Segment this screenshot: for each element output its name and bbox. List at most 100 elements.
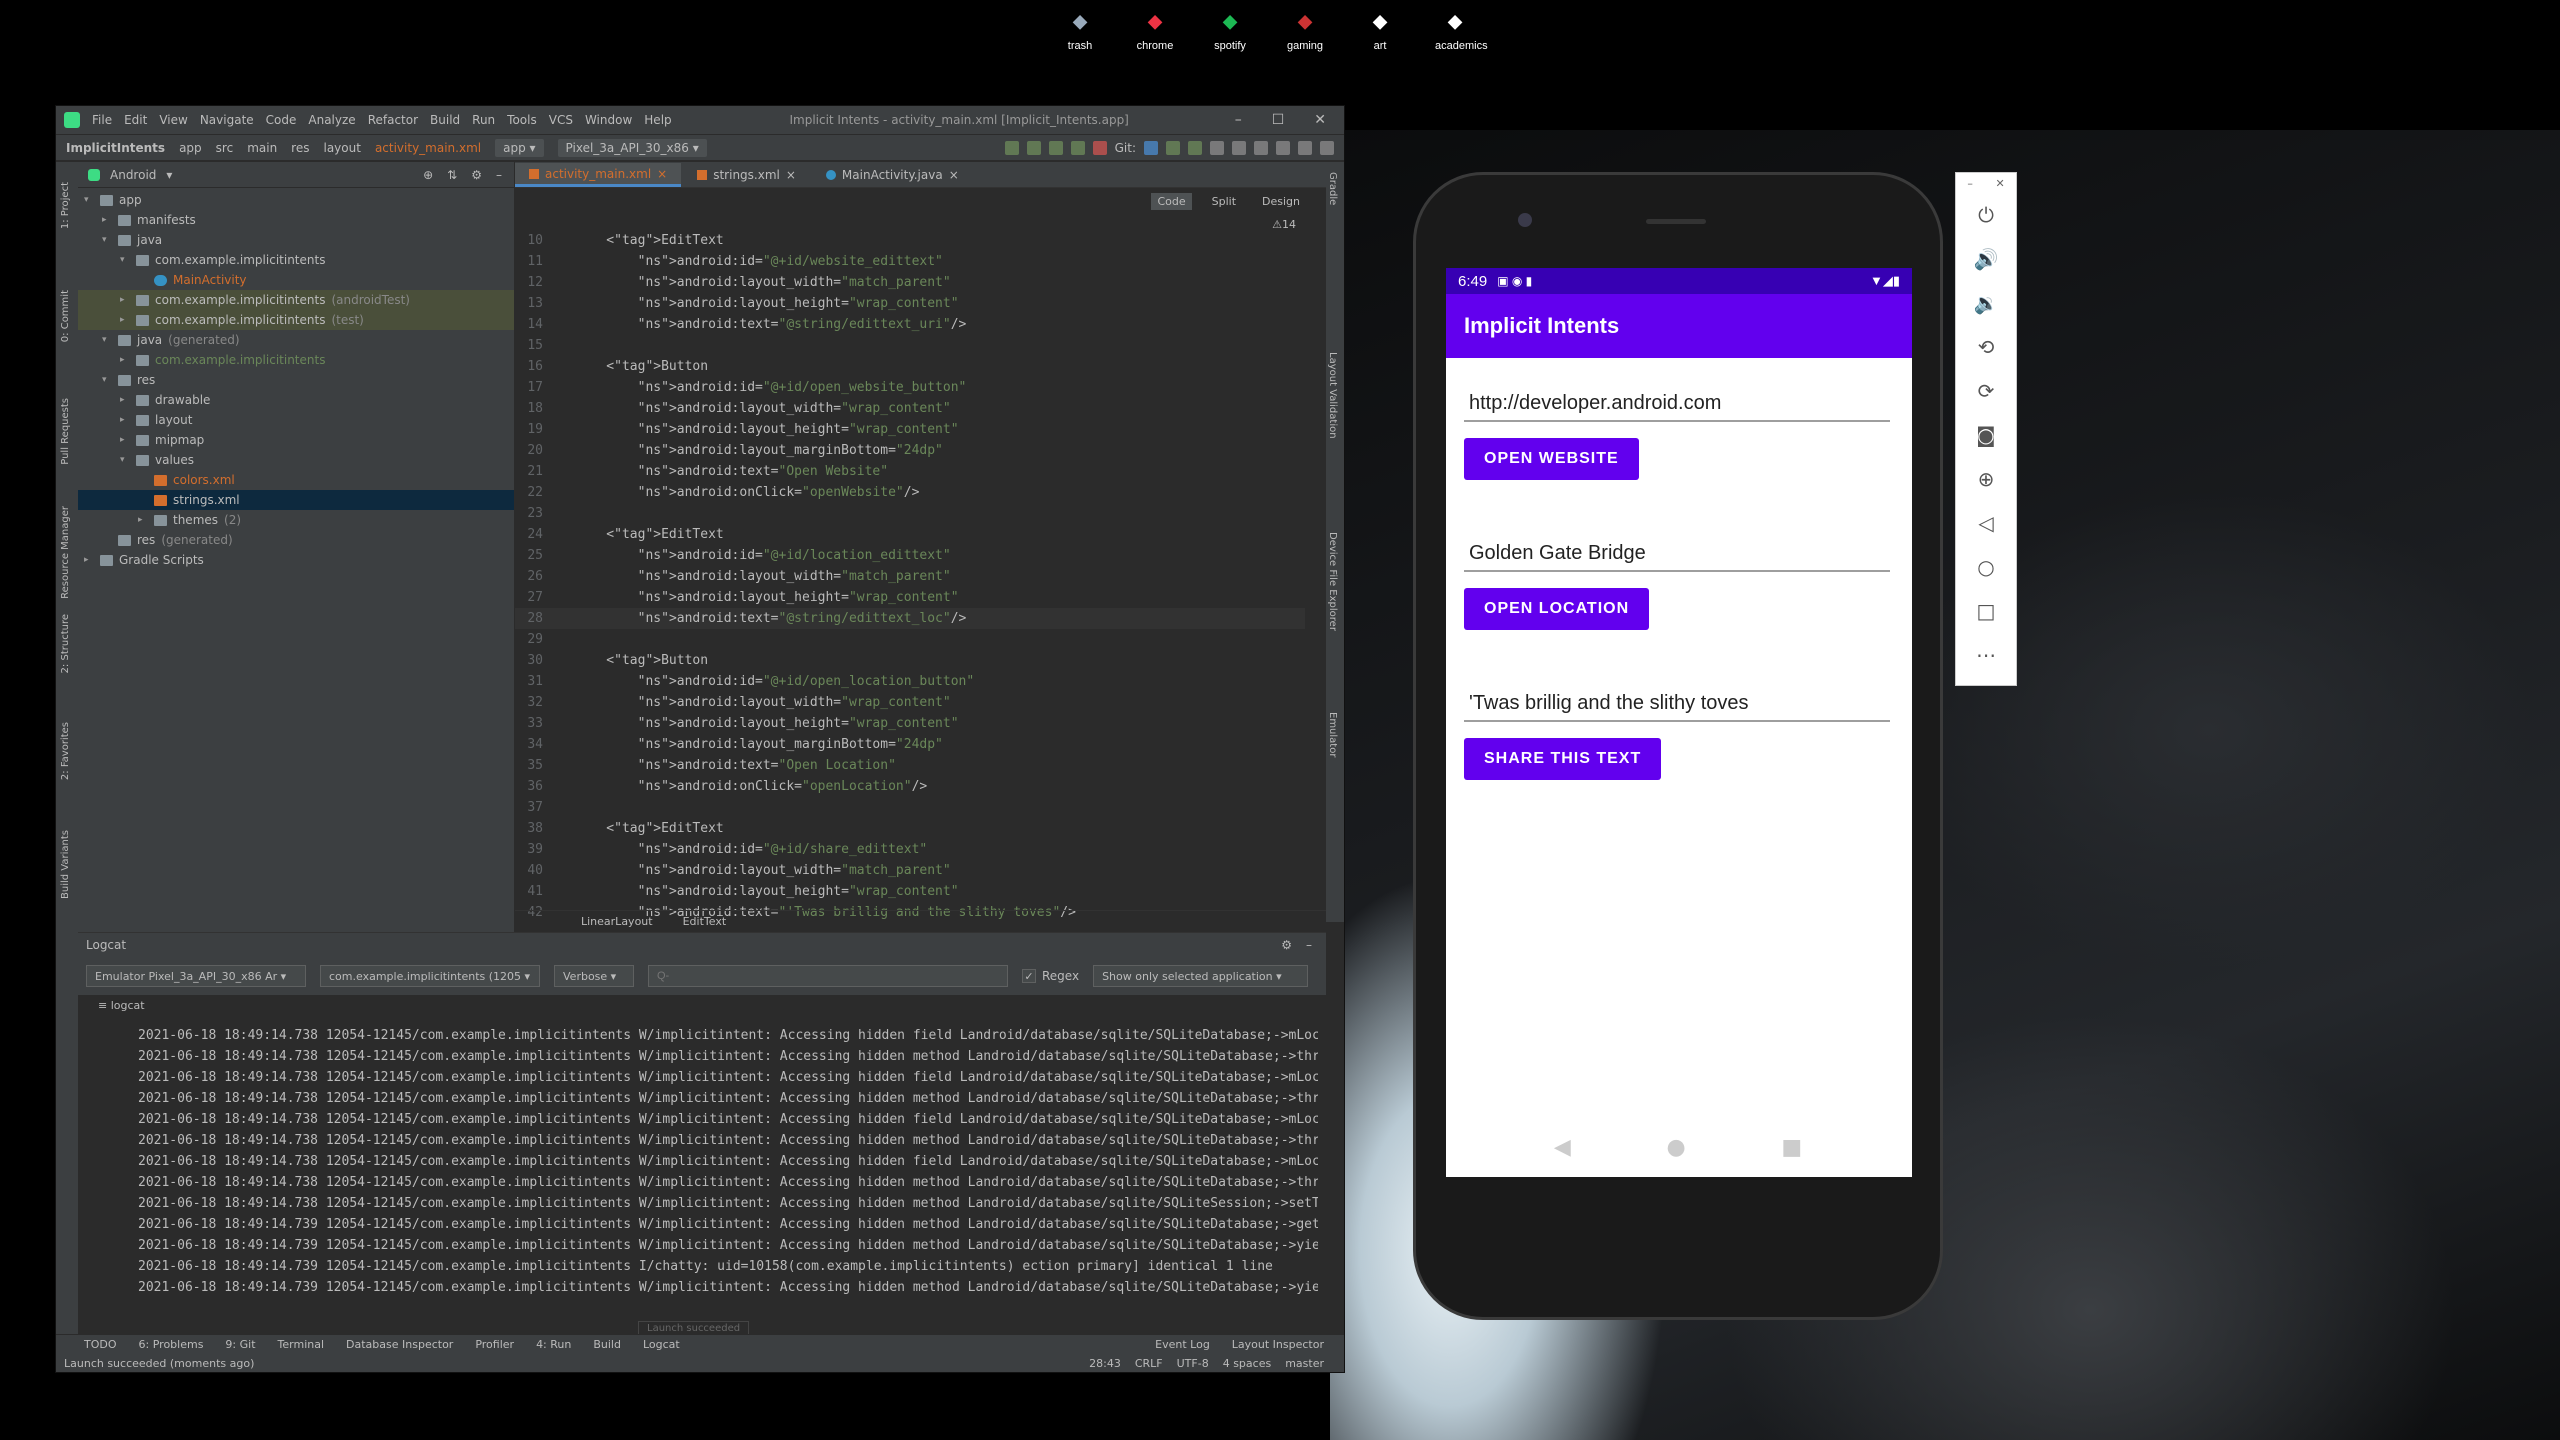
- rotate-right-icon[interactable]: ⟳: [1956, 369, 2016, 413]
- device-dropdown[interactable]: Pixel_3a_API_30_x86 ▾: [557, 138, 707, 157]
- minimize-icon[interactable]: –: [1235, 112, 1242, 128]
- menu-help[interactable]: Help: [644, 113, 671, 127]
- menu-run[interactable]: Run: [472, 113, 495, 127]
- expand-arrow-icon[interactable]: ▸: [120, 435, 130, 445]
- tree-node[interactable]: ▸ layout: [78, 410, 514, 430]
- view-mode-split[interactable]: Split: [1206, 193, 1242, 210]
- logcat-search-input[interactable]: [648, 965, 1008, 987]
- tree-node[interactable]: MainActivity: [78, 270, 514, 290]
- rotate-left-icon[interactable]: ⟲: [1956, 325, 2016, 369]
- tree-node[interactable]: ▾ res: [78, 370, 514, 390]
- share-text-button[interactable]: SHARE THIS TEXT: [1464, 738, 1662, 780]
- menu-view[interactable]: View: [159, 113, 187, 127]
- tab-strings-xml[interactable]: strings.xml ×: [683, 163, 810, 187]
- debug-icon[interactable]: [1026, 140, 1041, 155]
- tool-window-0[interactable]: 1: Project: [60, 182, 71, 229]
- bottom-tab-7[interactable]: Build: [593, 1338, 621, 1351]
- tree-node[interactable]: colors.xml: [78, 470, 514, 490]
- run-config-dropdown[interactable]: app ▾: [495, 138, 544, 157]
- avd-manager-icon[interactable]: [1254, 140, 1268, 155]
- desktop-icon-academics[interactable]: ◆ academics: [1435, 6, 1488, 53]
- package-select[interactable]: com.example.implicitintents (1205 ▾: [320, 965, 540, 987]
- more-icon[interactable]: ⋯: [1956, 633, 2016, 677]
- open-website-button[interactable]: OPEN WEBSITE: [1464, 438, 1639, 480]
- breadcrumb-item[interactable]: src: [216, 141, 234, 155]
- rollback-icon[interactable]: [1232, 140, 1246, 155]
- menu-navigate[interactable]: Navigate: [200, 113, 254, 127]
- expand-arrow-icon[interactable]: ▸: [120, 395, 130, 405]
- expand-arrow-icon[interactable]: ▾: [120, 255, 130, 265]
- status-item-0[interactable]: 28:43: [1089, 1357, 1121, 1370]
- git-push-icon[interactable]: [1188, 140, 1202, 155]
- tree-node[interactable]: res (generated): [78, 530, 514, 550]
- screenshot-icon[interactable]: ◙: [1956, 413, 2016, 457]
- expand-arrow-icon[interactable]: ▸: [120, 295, 130, 305]
- settings-icon[interactable]: [1320, 140, 1334, 155]
- desktop-icon-art[interactable]: ◆ art: [1360, 6, 1400, 53]
- desktop-icon-spotify[interactable]: ◆ spotify: [1210, 6, 1250, 53]
- breadcrumb-item[interactable]: res: [291, 141, 309, 155]
- recents-icon[interactable]: ■: [1781, 1135, 1802, 1160]
- gear-icon[interactable]: ⚙: [1281, 938, 1292, 952]
- tool-window-right-3[interactable]: Emulator: [1327, 712, 1338, 757]
- menu-refactor[interactable]: Refactor: [368, 113, 418, 127]
- bottom-right-tab-1[interactable]: Layout Inspector: [1232, 1338, 1324, 1351]
- breadcrumb-item[interactable]: layout: [323, 141, 360, 155]
- code-area[interactable]: 10 <"tag">EditText 11 "ns">android:id="@+…: [515, 230, 1305, 923]
- power-icon[interactable]: ⏻: [1956, 193, 2016, 237]
- expand-arrow-icon[interactable]: ▸: [102, 215, 112, 225]
- view-mode-design[interactable]: Design: [1256, 193, 1306, 210]
- close-icon[interactable]: ✕: [1314, 112, 1326, 128]
- tab-activity_main-xml[interactable]: activity_main.xml ×: [515, 163, 682, 187]
- tree-node[interactable]: ▾ com.example.implicitintents: [78, 250, 514, 270]
- tool-window-right-1[interactable]: Layout Validation: [1327, 352, 1338, 439]
- bottom-tab-0[interactable]: TODO: [84, 1338, 117, 1351]
- regex-checkbox[interactable]: ✓: [1022, 969, 1036, 983]
- tree-node[interactable]: ▸ com.example.implicitintents: [78, 350, 514, 370]
- breadcrumb-item[interactable]: app: [179, 141, 202, 155]
- minimize-icon[interactable]: –: [1967, 177, 1973, 190]
- tree-node[interactable]: ▸ Gradle Scripts: [78, 550, 514, 570]
- expand-arrow-icon[interactable]: ▸: [84, 555, 94, 565]
- back-icon[interactable]: ◁: [1956, 501, 2016, 545]
- menu-edit[interactable]: Edit: [124, 113, 147, 127]
- open-location-button[interactable]: OPEN LOCATION: [1464, 588, 1650, 630]
- tree-node[interactable]: ▸ themes (2): [78, 510, 514, 530]
- logcat-output[interactable]: 2021-06-18 18:49:14.738 12054-12145/com.…: [138, 1025, 1318, 1298]
- tool-window-1[interactable]: 0: Commit: [60, 290, 71, 342]
- tool-window-3[interactable]: Resource Manager: [60, 506, 71, 599]
- bottom-tab-1[interactable]: 6: Problems: [139, 1338, 204, 1351]
- sdk-manager-icon[interactable]: [1276, 140, 1290, 155]
- share-edittext[interactable]: 'Twas brillig and the slithy toves: [1464, 686, 1890, 722]
- locate-icon[interactable]: ⊕: [423, 168, 433, 182]
- status-item-3[interactable]: 4 spaces: [1223, 1357, 1272, 1370]
- zoom-icon[interactable]: ⊕: [1956, 457, 2016, 501]
- view-mode-code[interactable]: Code: [1151, 192, 1192, 210]
- bottom-tab-6[interactable]: 4: Run: [536, 1338, 571, 1351]
- tool-window-right-2[interactable]: Device File Explorer: [1327, 532, 1338, 631]
- expand-arrow-icon[interactable]: ▸: [120, 415, 130, 425]
- tree-node[interactable]: strings.xml: [78, 490, 514, 510]
- search-icon[interactable]: [1298, 140, 1312, 155]
- close-tab-icon[interactable]: ×: [657, 167, 667, 181]
- desktop-icon-gaming[interactable]: ◆ gaming: [1285, 6, 1325, 53]
- close-tab-icon[interactable]: ×: [949, 168, 959, 182]
- tool-window-4[interactable]: 2: Structure: [60, 614, 71, 673]
- expand-arrow-icon[interactable]: ▾: [102, 235, 112, 245]
- volume-down-icon[interactable]: 🔉: [1956, 281, 2016, 325]
- filter-select[interactable]: Show only selected application ▾: [1093, 965, 1309, 987]
- bottom-tab-2[interactable]: 9: Git: [225, 1338, 255, 1351]
- menu-analyze[interactable]: Analyze: [308, 113, 355, 127]
- expand-arrow-icon[interactable]: ▸: [138, 515, 148, 525]
- website-edittext[interactable]: http://developer.android.com: [1464, 386, 1890, 422]
- attach-icon[interactable]: [1070, 140, 1085, 155]
- bottom-tab-4[interactable]: Database Inspector: [346, 1338, 453, 1351]
- hide-icon[interactable]: –: [496, 168, 502, 182]
- tool-window-6[interactable]: Build Variants: [60, 830, 71, 899]
- desktop-icon-trash[interactable]: ◆ trash: [1060, 6, 1100, 53]
- desktop-icon-chrome[interactable]: ◆ chrome: [1135, 6, 1175, 53]
- stop-icon[interactable]: [1092, 140, 1107, 155]
- expand-arrow-icon[interactable]: ▾: [120, 455, 130, 465]
- tool-window-right-0[interactable]: Gradle: [1327, 172, 1338, 205]
- close-tab-icon[interactable]: ×: [786, 168, 796, 182]
